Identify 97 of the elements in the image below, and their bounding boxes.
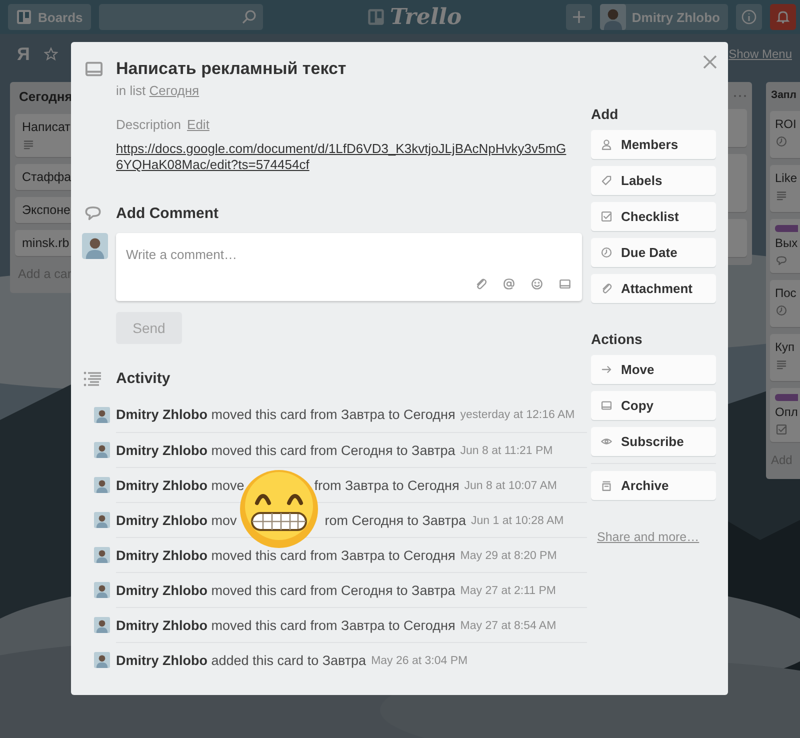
archive-icon [600, 479, 613, 492]
sidebar-button[interactable]: Labels [591, 166, 716, 195]
tag-icon [600, 174, 613, 187]
card-title: ROI [775, 117, 796, 131]
list-card[interactable]: Пос [770, 280, 800, 327]
card-title: Куп [775, 340, 794, 354]
sidebar-button[interactable]: Move [591, 355, 716, 384]
card-title: Опл [775, 405, 798, 419]
clock-icon [775, 304, 788, 317]
info-icon [741, 9, 757, 25]
activity-text: Dmitry Zhlobo moved this card from Завтра to Сегодня [116, 618, 456, 633]
activity-text: Dmitry Zhlobo moved this card from Сегодня to Завтра [116, 583, 456, 598]
activity-text: Dmitry Zhlobo mov [116, 513, 237, 528]
description-link[interactable]: https://docs.google.com/document/d/1LfD6VD3_K3kvtjoJLjBAcNpHvky3v5mG6YQHaK08Mac/edit?ts=574454cf [116, 141, 572, 173]
activity-text: Dmitry Zhlobo moved this card from Сегодня to Завтра [116, 443, 456, 458]
smiley-icon [530, 277, 544, 291]
card-title: minsk.rb [22, 236, 70, 250]
checkbox-icon [600, 210, 613, 223]
avatar-icon [94, 442, 110, 458]
sidebar-button[interactable]: Subscribe [591, 427, 716, 456]
card-title[interactable]: Написать рекламный текст [116, 59, 346, 79]
sidebar-button[interactable]: Members [591, 130, 716, 159]
sidebar-heading: Actions [591, 331, 642, 347]
card-title: Экспоне [22, 203, 70, 217]
activity-text: rom Сегодня to Завтра [324, 513, 466, 528]
activity-text: Dmitry Zhlobo move [116, 478, 244, 493]
avatar-icon [94, 582, 110, 598]
activity-time[interactable]: Jun 1 at 10:28 AM [471, 514, 564, 526]
paperclip-icon [474, 277, 488, 291]
arrow-icon [600, 363, 613, 376]
logo-text: Trello [390, 4, 462, 30]
description-label: Description [116, 117, 182, 132]
avatar-icon [94, 652, 110, 668]
card-title: Like [775, 171, 798, 185]
activity-time[interactable]: May 27 at 8:54 AM [460, 620, 556, 632]
activity-text: from Завтра to Сегодня [314, 478, 460, 493]
speech-bubble-icon [775, 254, 788, 267]
list-caption: in list [116, 83, 146, 98]
avatar-icon [94, 477, 110, 493]
list-card[interactable]: Вых [770, 219, 800, 273]
star-icon [44, 47, 58, 61]
activity-time[interactable]: Jun 8 at 10:07 AM [464, 480, 557, 492]
at-sign-icon [502, 277, 516, 291]
activity-time[interactable]: yesterday at 12:16 AM [460, 408, 575, 420]
checkbox-icon [775, 423, 788, 436]
list-link[interactable]: Сегодня [149, 83, 200, 98]
edit-link[interactable]: Edit [187, 117, 210, 132]
notifications-button[interactable] [770, 4, 796, 30]
avatar-icon [94, 406, 110, 422]
search-icon [240, 9, 257, 25]
sidebar-button[interactable]: Copy [591, 391, 716, 420]
board-icon [16, 9, 32, 25]
section-heading: Activity [116, 370, 170, 387]
section-heading: Add Comment [116, 204, 218, 222]
description-icon [775, 358, 788, 371]
board-title[interactable]: Я [17, 44, 30, 64]
activity-text: Dmitry Zhlobo moved this card from Завтра to Сегодня [116, 548, 456, 563]
card-title: Пос [775, 286, 796, 300]
avatar-icon [600, 4, 626, 30]
card-icon [558, 277, 572, 291]
sidebar-button[interactable]: Attachment [591, 274, 716, 303]
sidebar-button[interactable]: Checklist [591, 202, 716, 231]
description-icon [775, 189, 788, 202]
close-icon [702, 54, 718, 70]
activity-icon [83, 370, 103, 386]
share-link[interactable]: Share and more… [597, 530, 700, 544]
card-title: Написат [22, 120, 70, 134]
avatar-icon [94, 547, 110, 563]
activity-time[interactable]: May 27 at 2:11 PM [460, 584, 556, 596]
list-card[interactable]: ROI [770, 111, 800, 158]
card-icon [600, 399, 613, 412]
activity-text: Dmitry Zhlobo moved this card from Завтра to Сегодня [116, 407, 456, 422]
avatar-icon [82, 233, 108, 259]
comment-field[interactable]: Write a comment… [116, 233, 582, 301]
card-title: Стаффа [22, 170, 72, 184]
clock-icon [775, 135, 788, 148]
activity-time[interactable]: May 26 at 3:04 PM [371, 654, 468, 666]
list-card[interactable]: Куп [770, 334, 800, 381]
person-icon [600, 138, 613, 151]
avatar-icon [94, 617, 110, 633]
card-title: Вых [775, 236, 798, 250]
description-icon [22, 138, 35, 151]
bell-icon [775, 9, 791, 25]
activity-text: Dmitry Zhlobo added this card to Завтра [116, 653, 366, 668]
list-card[interactable]: Опл [770, 388, 800, 442]
activity-time[interactable]: May 29 at 8:20 PM [460, 550, 557, 562]
activity-time[interactable]: Jun 8 at 11:21 PM [460, 444, 553, 456]
show-menu-link[interactable]: Show Menu [728, 47, 792, 61]
sidebar-heading: Add [591, 106, 618, 122]
avatar-icon [94, 512, 110, 528]
sidebar-button[interactable]: Archive [591, 471, 716, 500]
clock-icon [600, 246, 613, 259]
sidebar-button[interactable]: Due Date [591, 238, 716, 267]
list-title[interactable]: Запл [770, 86, 800, 104]
plus-icon [572, 10, 586, 24]
list-card[interactable]: Like [770, 165, 800, 212]
paperclip-icon [600, 282, 613, 295]
